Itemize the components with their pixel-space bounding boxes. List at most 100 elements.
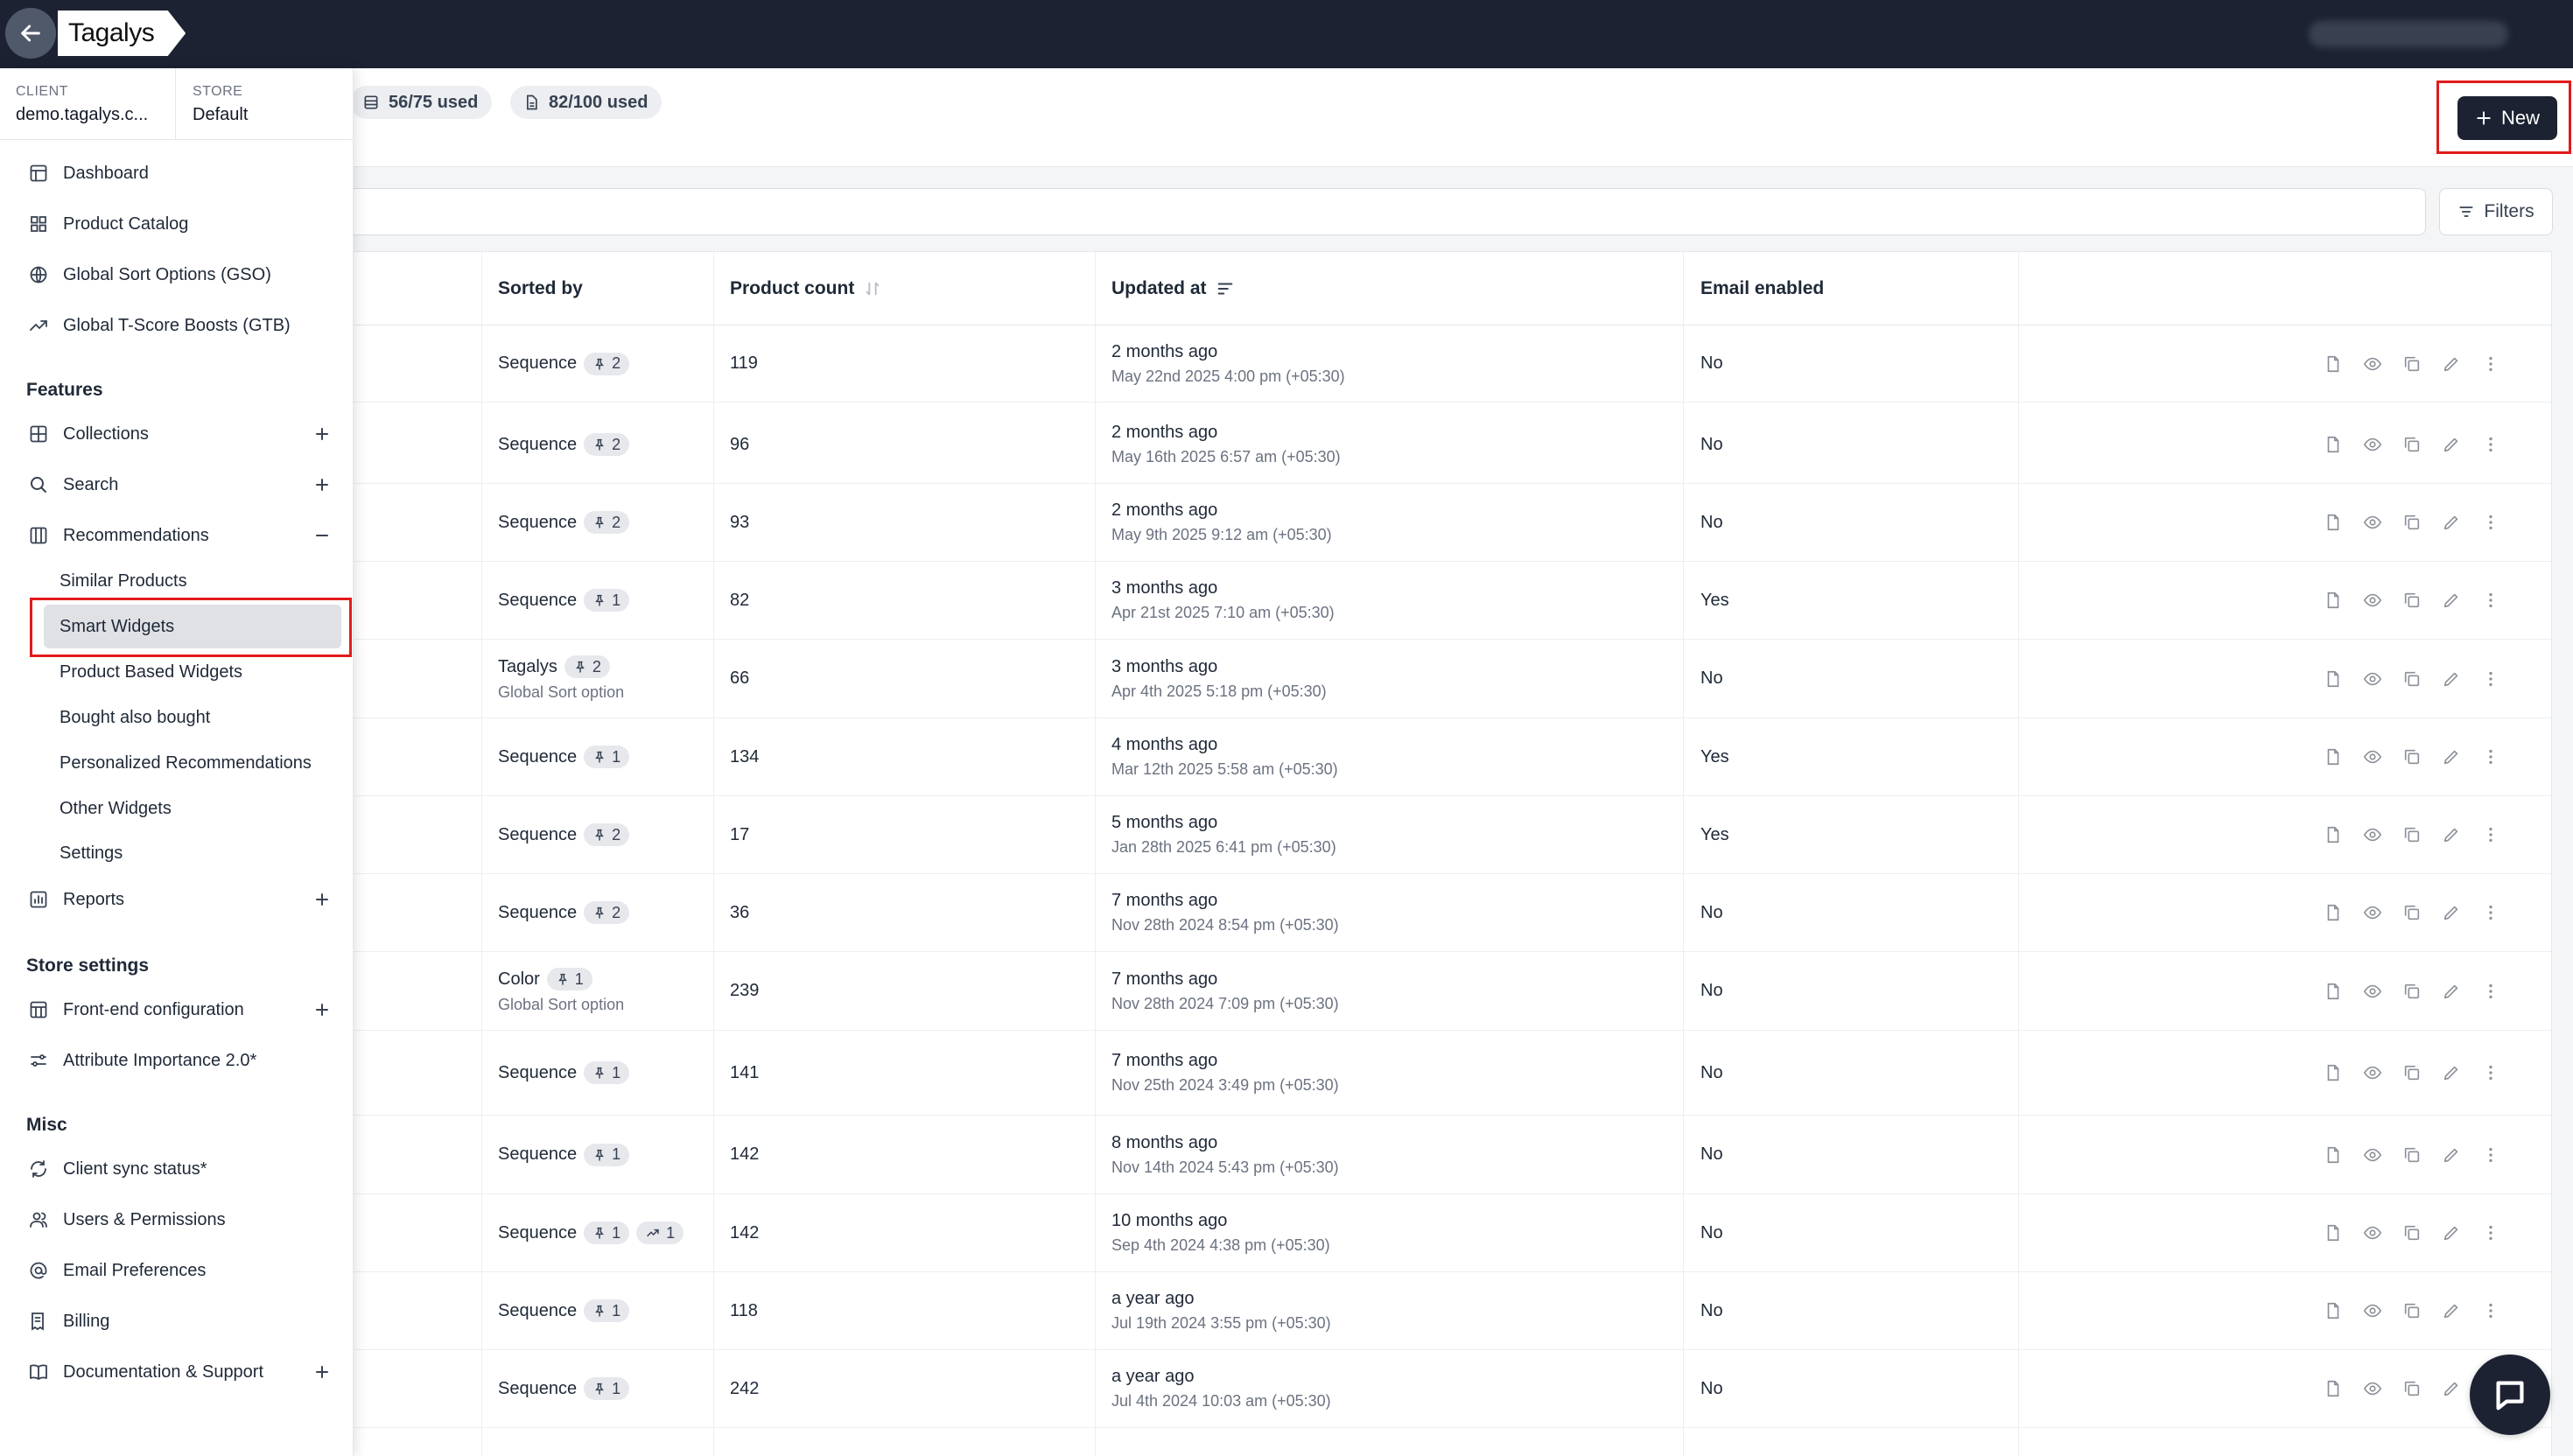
edit-icon[interactable] bbox=[2440, 823, 2463, 846]
sidebar-subitem-bought-also-bought[interactable]: Bought also bought bbox=[60, 700, 210, 735]
header-updated-at[interactable]: Updated at bbox=[1111, 252, 1235, 326]
table-row[interactable]: Sequence 2 36 7 months ago Nov 28th 2024 8:5… bbox=[1, 874, 2551, 952]
eye-icon[interactable] bbox=[2361, 511, 2384, 534]
table-row[interactable]: Sequence 1 1 142 10 months ago Sep 4th 2024 4… bbox=[1, 1194, 2551, 1272]
edit-icon[interactable] bbox=[2440, 746, 2463, 768]
duplicate-icon[interactable] bbox=[2401, 1299, 2423, 1322]
sidebar-item-collections[interactable]: Collections bbox=[26, 416, 333, 452]
preview-file-icon[interactable] bbox=[2322, 1299, 2345, 1322]
edit-icon[interactable] bbox=[2440, 1144, 2463, 1166]
edit-icon[interactable] bbox=[2440, 1061, 2463, 1084]
more-vertical-icon[interactable] bbox=[2479, 353, 2502, 375]
eye-icon[interactable] bbox=[2361, 980, 2384, 1003]
more-vertical-icon[interactable] bbox=[2479, 433, 2502, 456]
back-button[interactable] bbox=[5, 8, 56, 59]
preview-file-icon[interactable] bbox=[2322, 1222, 2345, 1244]
eye-icon[interactable] bbox=[2361, 746, 2384, 768]
eye-icon[interactable] bbox=[2361, 433, 2384, 456]
duplicate-icon[interactable] bbox=[2401, 980, 2423, 1003]
sidebar-subitem-settings[interactable]: Settings bbox=[60, 836, 123, 871]
edit-icon[interactable] bbox=[2440, 589, 2463, 612]
more-vertical-icon[interactable] bbox=[2479, 1299, 2502, 1322]
sidebar-item-documentation[interactable]: Documentation & Support bbox=[26, 1354, 333, 1390]
expand-plus-icon[interactable] bbox=[312, 474, 333, 495]
duplicate-icon[interactable] bbox=[2401, 589, 2423, 612]
table-row[interactable]: Sequence 2 93 2 months ago May 9th 2025 9:12… bbox=[1, 484, 2551, 562]
duplicate-icon[interactable] bbox=[2401, 1222, 2423, 1244]
store-selector[interactable]: STORE Default bbox=[193, 84, 248, 125]
edit-icon[interactable] bbox=[2440, 668, 2463, 690]
expand-plus-icon[interactable] bbox=[312, 424, 333, 444]
eye-icon[interactable] bbox=[2361, 1222, 2384, 1244]
table-row[interactable]: Sequence 2 119 2 months ago May 22nd 2025 4:… bbox=[1, 326, 2551, 402]
preview-file-icon[interactable] bbox=[2322, 746, 2345, 768]
duplicate-icon[interactable] bbox=[2401, 668, 2423, 690]
sidebar-item-frontend-config[interactable]: Front-end configuration bbox=[26, 992, 333, 1027]
edit-icon[interactable] bbox=[2440, 1299, 2463, 1322]
preview-file-icon[interactable] bbox=[2322, 1377, 2345, 1400]
eye-icon[interactable] bbox=[2361, 668, 2384, 690]
more-vertical-icon[interactable] bbox=[2479, 1144, 2502, 1166]
search-input[interactable] bbox=[0, 188, 2426, 235]
expand-plus-icon[interactable] bbox=[312, 999, 333, 1020]
edit-icon[interactable] bbox=[2440, 980, 2463, 1003]
more-vertical-icon[interactable] bbox=[2479, 980, 2502, 1003]
app-logo[interactable]: Tagalys bbox=[58, 10, 186, 56]
duplicate-icon[interactable] bbox=[2401, 1377, 2423, 1400]
table-row[interactable]: Tagalys 2 Global Sort option 66 3 months ago… bbox=[1, 640, 2551, 718]
sidebar-subitem-product-based-widgets[interactable]: Product Based Widgets bbox=[60, 654, 242, 690]
more-vertical-icon[interactable] bbox=[2479, 668, 2502, 690]
preview-file-icon[interactable] bbox=[2322, 980, 2345, 1003]
table-row[interactable]: Sequence 2 96 2 months ago May 16th 2025 6:5… bbox=[1, 406, 2551, 484]
duplicate-icon[interactable] bbox=[2401, 353, 2423, 375]
preview-file-icon[interactable] bbox=[2322, 433, 2345, 456]
more-vertical-icon[interactable] bbox=[2479, 823, 2502, 846]
sort-descending-icon[interactable] bbox=[1216, 279, 1235, 298]
duplicate-icon[interactable] bbox=[2401, 1061, 2423, 1084]
sidebar-item-dashboard[interactable]: Dashboard bbox=[26, 156, 333, 191]
eye-icon[interactable] bbox=[2361, 1299, 2384, 1322]
eye-icon[interactable] bbox=[2361, 1377, 2384, 1400]
sidebar-item-reports[interactable]: Reports bbox=[26, 882, 333, 917]
sidebar-subitem-smart-widgets[interactable]: Smart Widgets bbox=[44, 605, 341, 648]
duplicate-icon[interactable] bbox=[2401, 511, 2423, 534]
table-row[interactable]: Sequence 1 118 a year ago Jul 19th 2024 3:55… bbox=[1, 1272, 2551, 1350]
more-vertical-icon[interactable] bbox=[2479, 901, 2502, 924]
sidebar-item-recommendations[interactable]: Recommendations bbox=[26, 518, 333, 553]
eye-icon[interactable] bbox=[2361, 1144, 2384, 1166]
edit-icon[interactable] bbox=[2440, 433, 2463, 456]
sidebar-item-product-catalog[interactable]: Product Catalog bbox=[26, 206, 333, 242]
preview-file-icon[interactable] bbox=[2322, 1061, 2345, 1084]
duplicate-icon[interactable] bbox=[2401, 901, 2423, 924]
sidebar-subitem-other-widgets[interactable]: Other Widgets bbox=[60, 791, 172, 826]
duplicate-icon[interactable] bbox=[2401, 1144, 2423, 1166]
preview-file-icon[interactable] bbox=[2322, 1144, 2345, 1166]
more-vertical-icon[interactable] bbox=[2479, 746, 2502, 768]
user-menu[interactable] bbox=[2309, 21, 2508, 47]
eye-icon[interactable] bbox=[2361, 589, 2384, 612]
expand-plus-icon[interactable] bbox=[312, 1362, 333, 1382]
edit-icon[interactable] bbox=[2440, 353, 2463, 375]
new-button[interactable]: New bbox=[2457, 96, 2557, 140]
eye-icon[interactable] bbox=[2361, 1061, 2384, 1084]
sidebar-item-search[interactable]: Search bbox=[26, 467, 333, 502]
sidebar-item-email-preferences[interactable]: Email Preferences bbox=[26, 1253, 333, 1288]
more-vertical-icon[interactable] bbox=[2479, 589, 2502, 612]
table-row[interactable]: Sequence 2 17 5 months ago Jan 28th 2025 6:4… bbox=[1, 796, 2551, 874]
sidebar-item-attribute-importance[interactable]: Attribute Importance 2.0* bbox=[26, 1043, 333, 1078]
edit-icon[interactable] bbox=[2440, 1222, 2463, 1244]
eye-icon[interactable] bbox=[2361, 823, 2384, 846]
preview-file-icon[interactable] bbox=[2322, 589, 2345, 612]
sort-arrows-icon[interactable] bbox=[863, 279, 882, 298]
table-row[interactable]: Sequence 1 82 3 months ago Apr 21st 2025 7:1… bbox=[1, 562, 2551, 640]
preview-file-icon[interactable] bbox=[2322, 668, 2345, 690]
edit-icon[interactable] bbox=[2440, 511, 2463, 534]
preview-file-icon[interactable] bbox=[2322, 823, 2345, 846]
header-product-count[interactable]: Product count bbox=[730, 252, 882, 326]
context-switcher[interactable]: CLIENT demo.tagalys.c... STORE Default bbox=[0, 68, 354, 140]
sidebar-item-users[interactable]: Users & Permissions bbox=[26, 1202, 333, 1237]
preview-file-icon[interactable] bbox=[2322, 511, 2345, 534]
sidebar-item-client-sync[interactable]: Client sync status* bbox=[26, 1152, 333, 1186]
eye-icon[interactable] bbox=[2361, 353, 2384, 375]
table-row[interactable]: Sequence 1 141 7 months ago Nov 25th 2024 3:… bbox=[1, 1031, 2551, 1116]
